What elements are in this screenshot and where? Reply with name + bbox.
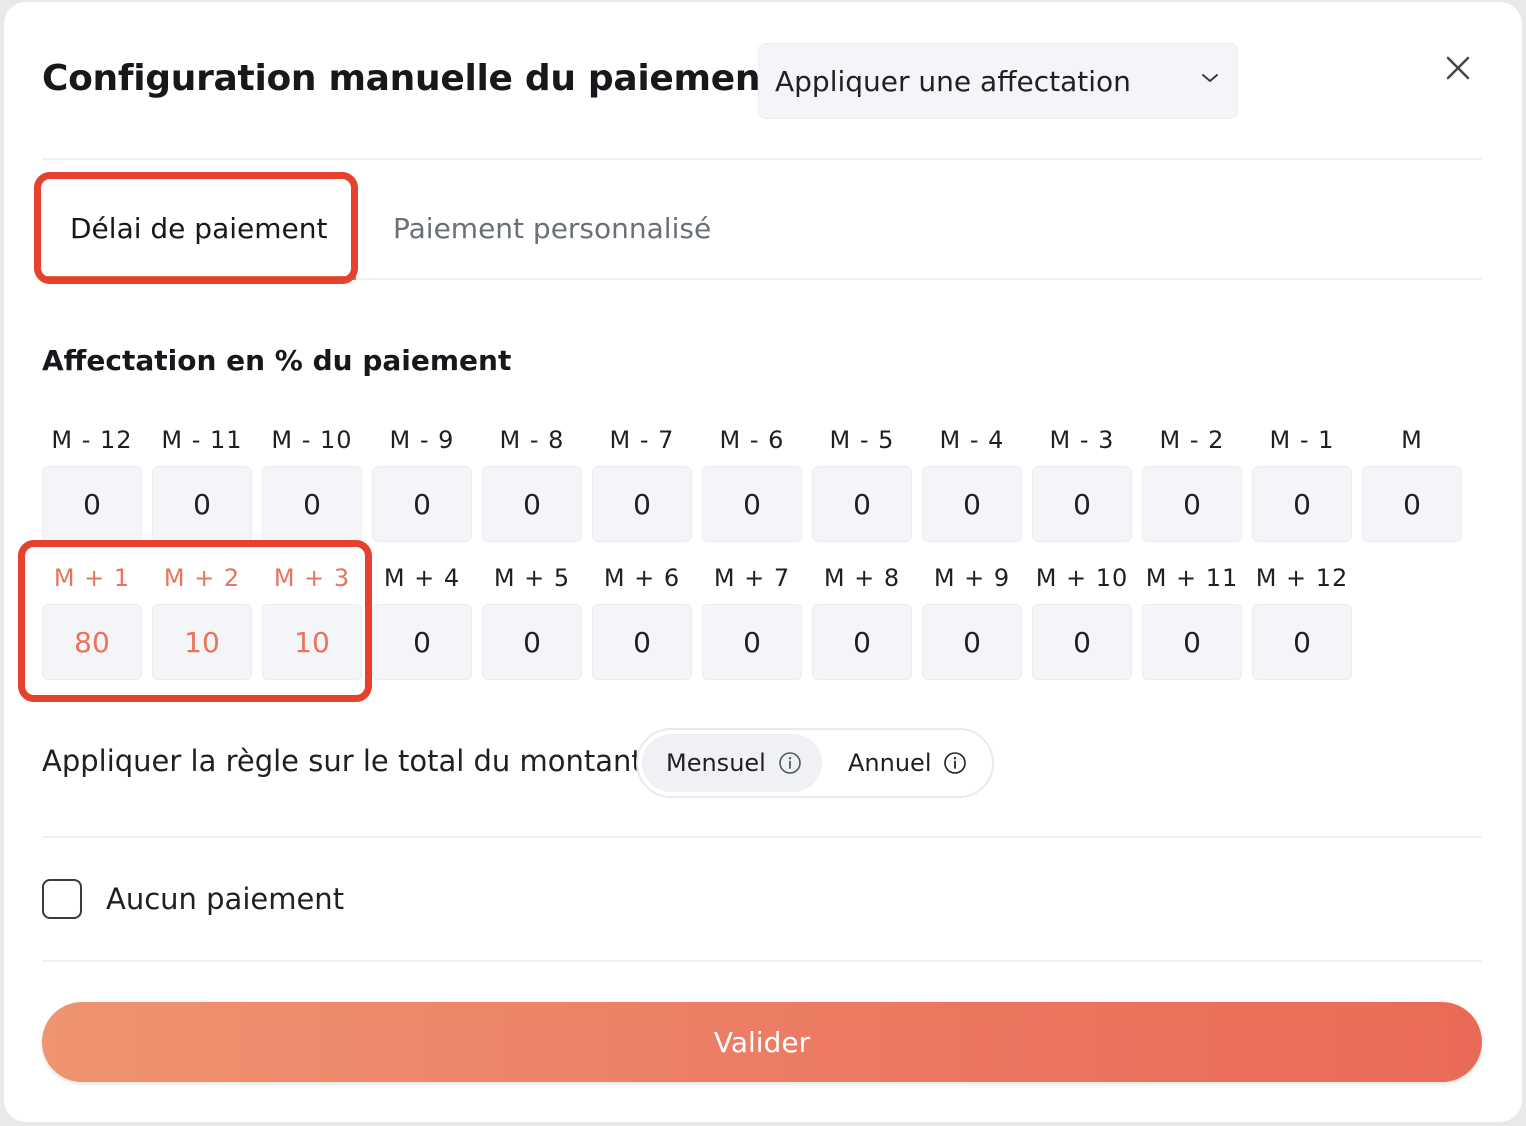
allocation-percent-input[interactable]: 0 [922, 466, 1022, 542]
toggle-yearly-label: Annuel [848, 749, 932, 777]
allocation-month-label: M + 7 [713, 564, 791, 592]
allocation-month-label: M + 9 [933, 564, 1011, 592]
allocation-month-label: M + 5 [493, 564, 571, 592]
info-icon [779, 752, 801, 774]
allocation-month-label: M - 1 [1269, 426, 1335, 454]
allocation-month-label: M - 6 [719, 426, 785, 454]
allocation-month-label: M [1401, 426, 1423, 454]
allocation-percent-input[interactable]: 10 [262, 604, 362, 680]
allocation-title: Affectation en % du paiement [42, 344, 512, 377]
toggle-monthly-label: Mensuel [666, 749, 766, 777]
allocation-month-label: M - 11 [161, 426, 243, 454]
allocation-percent-input[interactable]: 0 [592, 466, 692, 542]
allocation-month-label: M - 7 [609, 426, 675, 454]
no-payment-label: Aucun paiement [106, 882, 345, 916]
allocation-month-label: M - 12 [51, 426, 133, 454]
allocation-percent-input[interactable]: 0 [1252, 466, 1352, 542]
allocation-month-label: M - 3 [1049, 426, 1115, 454]
allocation-month-label: M + 1 [53, 564, 131, 592]
allocation-percent-input[interactable]: 0 [372, 604, 472, 680]
payment-config-modal: Configuration manuelle du paiement Appli… [4, 2, 1522, 1122]
allocation-percent-input[interactable]: 0 [152, 466, 252, 542]
allocation-month-label: M - 9 [389, 426, 455, 454]
allocation-percent-input[interactable]: 80 [42, 604, 142, 680]
allocation-percent-input[interactable]: 0 [702, 604, 802, 680]
allocation-month-label: M + 2 [163, 564, 241, 592]
allocation-percent-input[interactable]: 0 [1362, 466, 1462, 542]
assignment-select-value: Appliquer une affectation [775, 64, 1131, 98]
allocation-percent-input[interactable]: 0 [1032, 466, 1132, 542]
allocation-percent-input[interactable]: 0 [1142, 466, 1242, 542]
tab-payment-delay[interactable]: Délai de paiement [70, 212, 327, 245]
allocation-percent-input[interactable]: 10 [152, 604, 252, 680]
allocation-month-label: M + 11 [1145, 564, 1239, 592]
allocation-percent-input[interactable]: 0 [1142, 604, 1242, 680]
info-icon [944, 752, 967, 774]
allocation-month-label: M - 5 [829, 426, 895, 454]
allocation-percent-input[interactable]: 0 [42, 466, 142, 542]
close-icon[interactable] [1440, 50, 1476, 86]
period-toggle: Mensuel Annuel [636, 728, 994, 798]
allocation-percent-input[interactable]: 0 [1252, 604, 1352, 680]
allocation-month-label: M + 3 [273, 564, 351, 592]
allocation-percent-input[interactable]: 0 [482, 466, 582, 542]
assignment-select[interactable]: Appliquer une affectation [758, 43, 1238, 119]
allocation-percent-input[interactable]: 0 [922, 604, 1022, 680]
allocation-month-label: M + 10 [1035, 564, 1129, 592]
header-divider [42, 158, 1482, 160]
allocation-month-label: M + 12 [1255, 564, 1349, 592]
allocation-percent-input[interactable]: 0 [702, 466, 802, 542]
toggle-yearly[interactable]: Annuel [824, 734, 988, 792]
rule-divider [42, 836, 1482, 838]
active-tab-indicator [42, 276, 356, 280]
rule-label: Appliquer la règle sur le total du monta… [42, 744, 643, 778]
allocation-month-label: M - 2 [1159, 426, 1225, 454]
allocation-month-label: M - 4 [939, 426, 1005, 454]
allocation-month-label: M + 6 [603, 564, 681, 592]
allocation-percent-input[interactable]: 0 [1032, 604, 1132, 680]
allocation-percent-input[interactable]: 0 [482, 604, 582, 680]
no-payment-checkbox[interactable] [42, 879, 82, 919]
submit-button[interactable]: Valider [42, 1002, 1482, 1082]
allocation-percent-input[interactable]: 0 [262, 466, 362, 542]
toggle-monthly[interactable]: Mensuel [642, 734, 822, 792]
chevron-down-icon [1202, 74, 1218, 82]
footer-divider [42, 960, 1482, 962]
allocation-month-label: M - 8 [499, 426, 565, 454]
modal-title: Configuration manuelle du paiement [42, 58, 778, 99]
tab-custom-payment[interactable]: Paiement personnalisé [393, 212, 711, 245]
allocation-month-label: M - 10 [271, 426, 353, 454]
allocation-percent-input[interactable]: 0 [372, 466, 472, 542]
allocation-month-label: M + 8 [823, 564, 901, 592]
allocation-percent-input[interactable]: 0 [812, 466, 912, 542]
allocation-month-label: M + 4 [383, 564, 461, 592]
allocation-percent-input[interactable]: 0 [812, 604, 912, 680]
allocation-percent-input[interactable]: 0 [592, 604, 692, 680]
